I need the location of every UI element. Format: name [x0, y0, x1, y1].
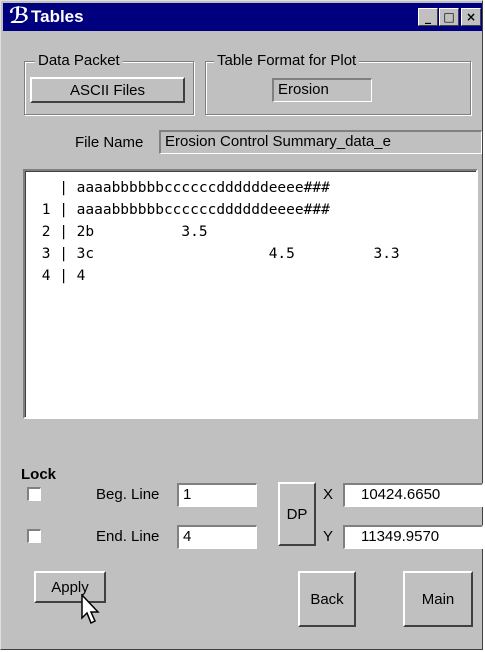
y-label: Y	[323, 528, 334, 545]
close-button[interactable]: ×	[461, 8, 481, 26]
file-name-label: File Name	[75, 134, 144, 151]
beg-line-label: Beg. Line	[96, 486, 160, 503]
close-icon: ×	[465, 10, 477, 24]
dp-button[interactable]: DP	[278, 482, 316, 546]
beg-line-field[interactable]: 1	[177, 483, 257, 507]
main-button[interactable]: Main	[403, 571, 473, 627]
lock-end-line-checkbox[interactable]	[27, 529, 41, 543]
lock-label: Lock	[21, 466, 57, 483]
data-packet-label: Data Packet	[35, 52, 123, 69]
ascii-files-button[interactable]: ASCII Files	[30, 77, 185, 103]
window-title: Tables	[31, 7, 84, 26]
lock-beg-line-checkbox[interactable]	[27, 487, 41, 501]
file-name-field[interactable]: Erosion Control Summary_data_e	[159, 130, 482, 154]
app-logo-icon: ℬ	[9, 4, 30, 29]
mouse-pointer-icon	[81, 594, 100, 625]
data-packet-group: Data Packet ASCII Files	[24, 52, 194, 115]
end-line-field[interactable]: 4	[177, 525, 257, 549]
title-bar[interactable]: ℬ Tables _ □ ×	[3, 3, 482, 31]
back-button[interactable]: Back	[298, 571, 356, 627]
maximize-button[interactable]: □	[439, 8, 459, 26]
table-format-label: Table Format for Plot	[214, 52, 360, 69]
table-format-field[interactable]: Erosion	[272, 78, 372, 102]
x-label: X	[323, 486, 334, 503]
maximize-icon: □	[443, 10, 455, 24]
tables-window: ℬ Tables _ □ × Data Packet ASCII Files T…	[0, 0, 483, 650]
y-coordinate-field[interactable]: 11349.9570	[343, 525, 483, 549]
table-text: | aaaabbbbbbccccccddddddeeee### 1 | aaaa…	[41, 180, 400, 284]
minimize-button[interactable]: _	[418, 8, 438, 26]
x-coordinate-field[interactable]: 10424.6650	[343, 483, 483, 507]
minimize-icon: _	[425, 10, 431, 24]
end-line-label: End. Line	[96, 528, 160, 545]
table-format-group: Table Format for Plot Erosion	[205, 52, 471, 115]
table-text-area[interactable]: | aaaabbbbbbccccccddddddeeee### 1 | aaaa…	[23, 169, 478, 419]
